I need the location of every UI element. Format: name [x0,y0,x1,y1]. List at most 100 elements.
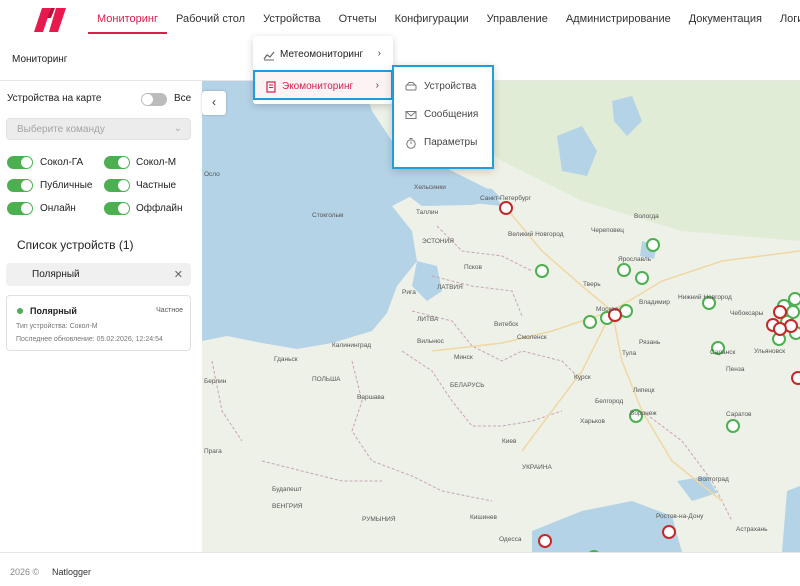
map-label: ЭСТОНИЯ [422,238,454,245]
nav-monitoring[interactable]: Мониторинг [88,0,168,34]
filter-label: Оффлайн [136,203,183,214]
map-label: Москва [596,306,619,313]
map-label: Чебоксары [730,309,764,317]
nav-administration[interactable]: Администрирование [557,0,680,34]
map-label: Белгород [595,398,623,405]
device-name: Полярный [30,306,77,316]
map-label: Тула [622,350,637,357]
map-label: БЕЛАРУСЬ [450,382,484,389]
nav-configurations[interactable]: Конфигурации [386,0,478,34]
map-label: Одесса [499,536,522,543]
device-type: Тип устройства: Сокол-М [16,323,98,330]
filter-toggle-private[interactable] [104,179,130,192]
nav-management[interactable]: Управление [478,0,557,34]
status-dot [17,308,23,314]
submenu-item-label: Параметры [424,137,478,148]
nav-reports[interactable]: Отчеты [330,0,386,34]
filter-label: Публичные [40,180,93,191]
map-label: Нижний Новгород [678,293,732,301]
nav-desktop[interactable]: Рабочий стол [167,0,254,34]
map-label: Рига [402,289,416,296]
stopwatch-icon [406,138,416,149]
command-select[interactable]: Выберите команду ⌄ [6,118,191,140]
map-label: Киев [502,438,517,445]
chevron-down-icon: ⌄ [173,123,182,134]
filter-label: Сокол-ГА [40,157,84,168]
nav-documentation[interactable]: Документация [680,0,771,34]
map-label: Варшава [357,394,385,401]
map-label: Вильнюс [417,338,445,345]
submenu-item-devices[interactable]: Устройства [394,73,492,101]
devices-on-map-label: Устройства на карте [7,93,102,104]
show-all-toggle[interactable] [141,93,167,106]
command-select-placeholder: Выберите команду [17,124,105,135]
device-search-input[interactable]: Полярный ✕ [6,263,191,286]
map-label: Череповец [591,227,624,234]
map-label: Осло [204,171,220,178]
map-label: Пенза [726,366,745,373]
map-label: Ярославль [618,256,652,263]
map-label: Ульяновск [754,348,785,355]
menu-item-label: Метеомониторинг [280,49,364,60]
filter-toggle-offline[interactable] [104,202,130,215]
chevron-right-icon: › [377,48,381,59]
chevron-right-icon: › [375,80,379,91]
menu-item-label: Экомониторинг [282,81,354,92]
map-label: Великий Новгород [508,230,564,238]
page-title: Мониторинг [12,54,68,65]
filter-label: Частные [136,180,177,191]
device-card[interactable]: Полярный Частное Тип устройства: Сокол-М… [6,295,191,351]
map-label: Санкт-Петербург [480,194,532,202]
filter-toggle-sokol-ga[interactable] [7,156,33,169]
natlogger-logo[interactable] [34,6,68,34]
monitoring-menu: Метеомониторинг › Экомониторинг › [253,36,393,104]
map-label: Витебск [494,320,518,328]
map-label: Рязань [639,339,661,346]
clear-icon[interactable]: ✕ [174,268,183,281]
map-label: Астрахань [736,526,768,533]
map-label: Таллин [416,209,439,216]
submenu-item-label: Устройства [424,81,477,92]
map[interactable]: Хельсинки Таллин Стокгольм Санкт-Петербу… [202,81,800,552]
device-list-title: Список устройств (1) [17,238,134,252]
map-label: Липецк [633,387,655,394]
filter-label: Онлайн [40,203,76,214]
map-label: Прага [204,448,222,455]
filter-toggle-online[interactable] [7,202,33,215]
map-label: Ростов-на-Дону [656,513,704,520]
map-label: Тверь [583,281,601,288]
map-label: Курск [574,374,591,381]
map-label: РУМЫНИЯ [362,516,396,523]
device-last-update: Последнее обновление: 05.02.2026, 12:24:… [16,336,163,343]
map-label: Псков [464,264,482,271]
map-label: Будапешт [272,486,302,493]
map-label: Кишинев [470,514,497,521]
map-label: Харьков [580,418,605,425]
submenu-item-parameters[interactable]: Параметры [394,129,492,157]
map-label: Стокгольм [312,212,344,219]
map-label: УКРАИНА [522,464,553,471]
eco-submenu: Устройства Сообщения Параметры [392,65,494,169]
map-label: Саратов [726,411,752,418]
map-label: Воронеж [630,410,657,417]
menu-item-eco[interactable]: Экомониторинг › [253,70,393,100]
top-navbar: Мониторинг Рабочий стол Устройства Отчет… [0,0,800,40]
submenu-item-messages[interactable]: Сообщения [394,101,492,129]
envelope-icon [405,111,417,119]
map-label: Хельсинки [414,184,446,191]
filter-toggle-public[interactable] [7,179,33,192]
device-kind: Частное [156,307,183,314]
collapse-sidebar-button[interactable]: ‹ [202,91,226,115]
all-label: Все [174,93,192,104]
map-label: ВЕНГРИЯ [272,503,303,510]
map-canvas[interactable]: Хельсинки Таллин Стокгольм Санкт-Петербу… [202,81,800,552]
filter-toggle-sokol-m[interactable] [104,156,130,169]
nav-devices[interactable]: Устройства [254,0,330,34]
document-icon [266,81,276,93]
map-label: Берлин [204,378,227,385]
map-label: Саранск [710,349,735,356]
nav-logs[interactable]: Логи [771,0,800,34]
map-label: Гданьск [274,356,298,363]
map-label: Вологда [634,213,659,220]
menu-item-meteo[interactable]: Метеомониторинг › [253,40,393,70]
